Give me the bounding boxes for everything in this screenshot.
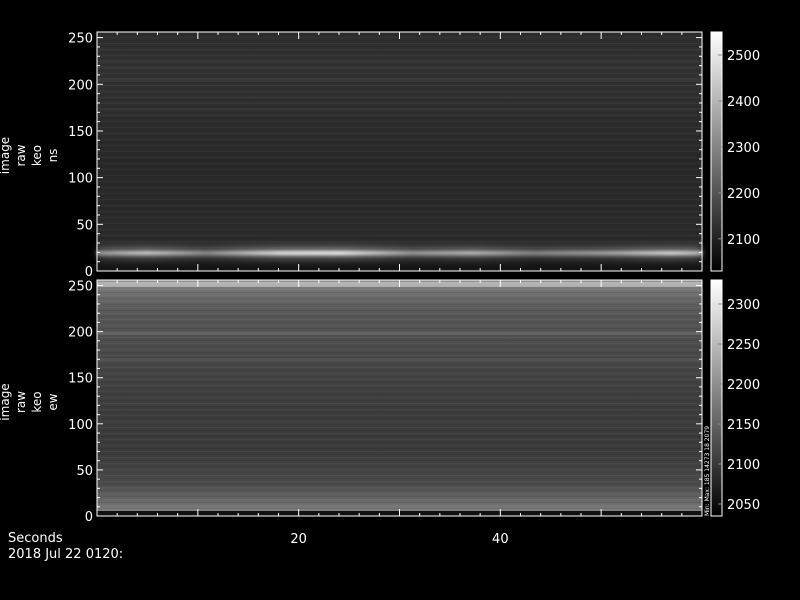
aurora-band	[97, 251, 702, 255]
top-faint-band-2	[97, 108, 702, 110]
bottom-ytick-label: 0	[85, 510, 93, 525]
bottom-band-1	[97, 332, 702, 335]
bottom-panel: 0 50 100 150 200 250 image raw keo ew	[0, 279, 703, 525]
x-axis-label: Seconds	[8, 531, 63, 546]
bottom-y-label: image raw keo ew	[0, 383, 60, 420]
bottom-colorbar-ticks: 2050 2100 2150 2200 2250 2300	[718, 298, 760, 513]
bottom-ylabel-word: image	[0, 383, 12, 420]
bottom-colorbar-bar	[710, 279, 723, 517]
x-tick-label: 20	[290, 532, 307, 547]
bottom-ytick-label: 200	[68, 326, 93, 341]
bottom-cbtick-label: 2150	[727, 418, 760, 433]
top-ytick-label: 100	[68, 172, 93, 187]
colorbar-minmax-note: Min: Max: 185 14273 18 2079	[704, 426, 711, 516]
bottom-cbtick-label: 2200	[727, 378, 760, 393]
top-cbtick-label: 2300	[727, 141, 760, 156]
bottom-cbtick-label: 2050	[727, 498, 760, 513]
x-tick-label: 40	[492, 532, 509, 547]
bottom-heatmap-streaks	[97, 280, 702, 516]
top-ylabel-word: raw	[14, 144, 28, 166]
top-ytick-label: 150	[68, 125, 93, 140]
top-cbtick-label: 2500	[727, 49, 760, 64]
bottom-ylabel-word: ew	[46, 393, 60, 410]
bottom-ytick-label: 250	[68, 280, 93, 295]
bottom-cbtick-label: 2300	[727, 298, 760, 313]
bottom-band-2	[97, 358, 702, 361]
top-cbtick-label: 2100	[727, 233, 760, 248]
bottom-ytick-label: 150	[68, 372, 93, 387]
top-ytick-label: 0	[85, 265, 93, 280]
top-cbtick-label: 2400	[727, 95, 760, 110]
keogram-figure: 050100150200250 image raw keo ns 0501001502…	[0, 31, 760, 547]
top-colorbar: 2100 2200 2300 2400 2500	[710, 31, 760, 272]
bottom-ytick-label: 100	[68, 418, 93, 433]
top-ylabel-word: ns	[46, 149, 60, 163]
top-ytick-label: 250	[68, 32, 93, 47]
top-ylabel-word: image	[0, 137, 12, 174]
top-y-label: image raw keo ns	[0, 137, 60, 174]
top-heatmap-streaks	[97, 32, 702, 271]
top-colorbar-ticks: 2100 2200 2300 2400 2500	[718, 49, 760, 248]
top-ytick-label: 200	[68, 78, 93, 93]
top-colorbar-bar	[710, 31, 723, 272]
top-ytick-label: 50	[76, 218, 93, 233]
date-label: 2018 Jul 22 0120:	[8, 547, 124, 562]
top-ylabel-word: keo	[30, 145, 44, 166]
bottom-ytick-label: 50	[76, 464, 93, 479]
bottom-cbtick-label: 2100	[727, 458, 760, 473]
top-cbtick-label: 2200	[727, 187, 760, 202]
bottom-ylabel-word: keo	[30, 391, 44, 412]
bottom-ylabel-word: raw	[14, 391, 28, 413]
bottom-colorbar: 2050 2100 2150 2200 2250 2300 Min: Max: 185 1…	[704, 279, 760, 517]
bottom-cbtick-label: 2250	[727, 338, 760, 353]
top-faint-band-1	[97, 78, 702, 82]
top-panel: 0 50 100 150 200 250 image raw keo ns	[0, 31, 703, 280]
